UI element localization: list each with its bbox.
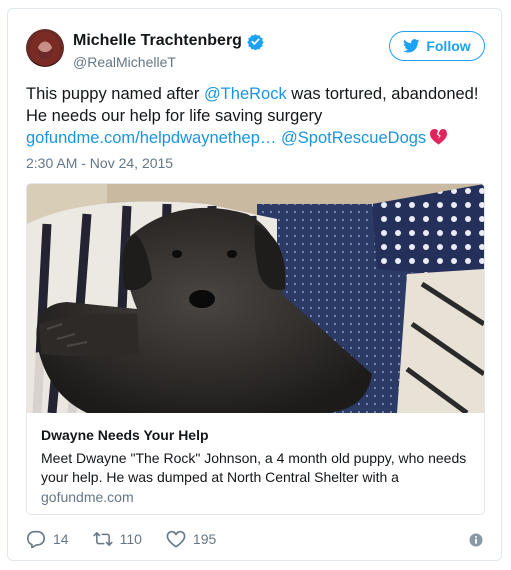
gofundme-link[interactable]: gofundme.com/helpdwaynethep… [26,129,276,147]
link-card-domain: gofundme.com [41,489,134,505]
tweet-card: Michelle Trachtenberg @RealMichelleT Fol… [7,8,502,561]
twitter-bird-icon [403,39,420,53]
display-name[interactable]: Michelle Trachtenberg [73,32,242,50]
mention-spotrescuedogs-link[interactable]: @SpotRescueDogs [281,129,426,147]
user-name-row[interactable]: Michelle Trachtenberg [73,32,264,50]
tweet-timestamp[interactable]: 2:30 AM - Nov 24, 2015 [26,155,173,171]
follow-button-label: Follow [426,38,471,54]
tweet-actions: 14 110 195 [26,530,240,548]
retweet-icon [92,532,113,546]
broken-heart-icon [430,129,448,145]
puppy-photo [27,184,484,413]
reply-icon [26,530,45,548]
mention-therock-link[interactable]: @TheRock [204,85,287,103]
info-icon[interactable] [469,533,483,547]
retweet-button[interactable]: 110 [92,530,142,548]
reply-button[interactable]: 14 [26,530,69,548]
follow-button[interactable]: Follow [389,31,485,61]
reply-count: 14 [53,531,69,547]
heart-icon [166,530,186,548]
retweet-count: 110 [119,531,142,547]
like-count: 195 [192,531,217,547]
tweet-text: This puppy named after @TheRock was tort… [26,83,486,149]
tweet-text-part: This puppy named after [26,85,204,103]
user-handle[interactable]: @RealMichelleT [73,54,176,70]
verified-badge-icon [247,33,264,50]
link-card-title: Dwayne Needs Your Help [41,427,209,443]
link-card-description: Meet Dwayne "The Rock" Johnson, a 4 mont… [41,450,467,485]
avatar[interactable] [26,29,64,67]
link-preview-card[interactable]: Dwayne Needs Your Help Meet Dwayne "The … [26,183,485,515]
like-button[interactable]: 195 [166,530,216,548]
